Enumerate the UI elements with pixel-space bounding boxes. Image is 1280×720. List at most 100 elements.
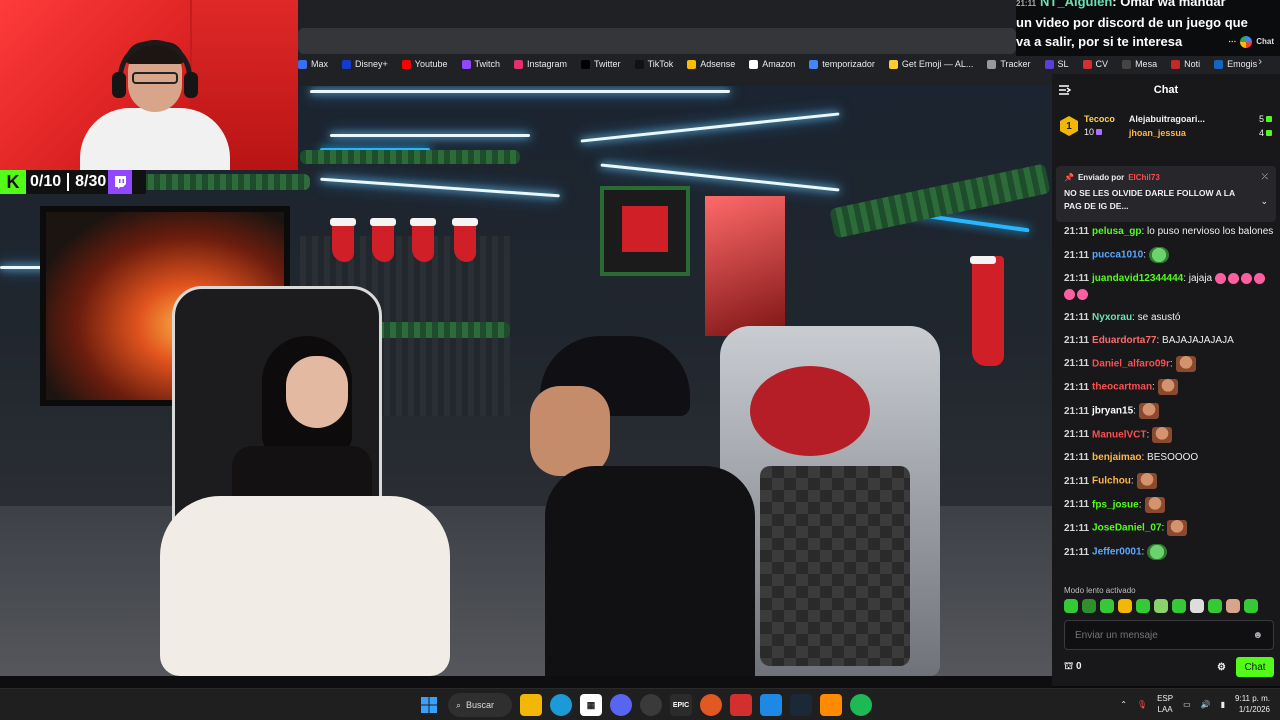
bookmark-item[interactable]: Instagram xyxy=(514,59,567,69)
bookmark-item[interactable]: TikTok xyxy=(634,59,673,69)
chat-input-box[interactable]: ☻ xyxy=(1064,620,1274,650)
message-username[interactable]: pelusa_gp xyxy=(1092,226,1141,237)
app-icon[interactable] xyxy=(760,694,782,716)
message-username[interactable]: benjaimao xyxy=(1092,452,1141,463)
message-colon: : xyxy=(1146,429,1150,441)
tiktok-icon xyxy=(634,59,644,69)
bookmark-item[interactable]: Get Emoji — AL... xyxy=(888,59,973,69)
message-username[interactable]: ManuelVCT xyxy=(1092,429,1146,440)
message-timestamp: 21:11 xyxy=(1064,429,1090,441)
message-username[interactable]: Eduardorta77 xyxy=(1092,335,1156,346)
emoji-icon xyxy=(888,59,898,69)
bookmark-item[interactable]: Disney+ xyxy=(342,59,388,69)
bookmark-item[interactable]: Amazon xyxy=(749,59,795,69)
bookmark-item[interactable]: SL xyxy=(1044,59,1069,69)
message-username[interactable]: jbryan15 xyxy=(1092,406,1133,417)
emote-icon[interactable] xyxy=(1208,599,1222,613)
send-chat-button[interactable]: Chat xyxy=(1236,657,1274,677)
message-text: lo puso nervioso los balones xyxy=(1144,226,1274,237)
message-timestamp: 21:11 xyxy=(1064,226,1090,237)
store-icon[interactable]: ▦ xyxy=(580,694,602,716)
chat-message: 21:11 Jeffer0001: xyxy=(1064,544,1274,561)
emote-icon[interactable] xyxy=(1226,599,1240,613)
spotify-icon[interactable] xyxy=(850,694,872,716)
message-colon: : xyxy=(1133,405,1136,417)
emote-icon[interactable] xyxy=(1082,599,1096,613)
emote-icon[interactable] xyxy=(1118,599,1132,613)
bookmarks-more-chevron-icon[interactable]: › xyxy=(1258,56,1262,68)
windows-start-icon[interactable] xyxy=(418,694,440,716)
bookmark-item[interactable]: Youtube xyxy=(401,59,448,69)
tray-chevron-icon[interactable]: ⌃ xyxy=(1120,700,1127,709)
message-username[interactable]: Fulchou xyxy=(1092,476,1131,487)
browser-tab-strip[interactable] xyxy=(298,0,1016,28)
points-icon[interactable]: ⛫ xyxy=(1064,661,1073,672)
bookmark-item[interactable]: Mesa xyxy=(1122,59,1157,69)
emote-icon[interactable] xyxy=(1064,599,1078,613)
edge-icon[interactable] xyxy=(550,694,572,716)
unpin-icon[interactable]: ⤫ xyxy=(1262,172,1268,182)
bookmark-item[interactable]: Twitch xyxy=(461,59,500,69)
sl-icon xyxy=(1044,59,1054,69)
message-username[interactable]: Jeffer0001 xyxy=(1092,547,1141,558)
leaderboard-third-name: jhoan_jessua xyxy=(1128,128,1186,138)
steam-icon[interactable] xyxy=(790,694,812,716)
discord-icon[interactable] xyxy=(610,694,632,716)
expand-chevron-icon[interactable]: ⌄ xyxy=(1260,196,1268,207)
bookmark-item[interactable]: Emogis xyxy=(1214,59,1257,69)
message-username[interactable]: JoseDaniel_07 xyxy=(1092,523,1162,534)
emote-icon[interactable] xyxy=(1244,599,1258,613)
chat-message: 21:11 theocartman: xyxy=(1064,379,1274,396)
epic-games-icon[interactable]: EPIC xyxy=(670,694,692,716)
pin-icon: 📌 xyxy=(1064,172,1074,182)
search-label: Buscar xyxy=(466,700,495,710)
clock[interactable]: 9:11 p. m. 1/1/2026 xyxy=(1235,693,1270,715)
message-username[interactable]: fps_josue xyxy=(1092,499,1139,510)
bookmark-item[interactable]: Twitter xyxy=(581,59,621,69)
chat-message-input[interactable] xyxy=(1075,629,1235,641)
language-indicator[interactable]: ESP LAA xyxy=(1157,693,1173,715)
volume-icon[interactable]: 🔊 xyxy=(1201,700,1211,709)
bookmark-item[interactable]: CV xyxy=(1082,59,1108,69)
quick-emote-bar[interactable] xyxy=(1064,599,1272,615)
bookmark-item[interactable]: Tracker xyxy=(987,59,1031,69)
overlay-message-line: un video por discord de un juego que xyxy=(1016,15,1248,30)
emote-icon[interactable] xyxy=(1172,599,1186,613)
microphone-icon[interactable]: 🎙 xyxy=(1137,700,1147,709)
battery-icon[interactable]: ▮ xyxy=(1221,700,1225,709)
address-bar[interactable] xyxy=(298,28,1016,54)
collapse-chat-icon[interactable] xyxy=(1058,83,1072,97)
more-dots-icon[interactable]: ⋯ xyxy=(1228,32,1236,51)
message-username[interactable]: Daniel_alfaro09r xyxy=(1092,358,1170,369)
stream-video[interactable] xyxy=(0,86,1052,676)
emote-icon[interactable] xyxy=(1100,599,1114,613)
message-username[interactable]: Nyxorau xyxy=(1092,312,1132,323)
emoji-picker-icon[interactable]: ☻ xyxy=(1252,630,1263,641)
chat-message: 21:11 jbryan15: xyxy=(1064,402,1274,420)
bookmark-item[interactable]: temporizador xyxy=(809,59,875,69)
app-icon[interactable] xyxy=(730,694,752,716)
bookmark-item[interactable]: Noti xyxy=(1171,59,1200,69)
message-username[interactable]: pucca1010 xyxy=(1092,250,1143,261)
taskbar-search[interactable]: ⌕ Buscar xyxy=(448,693,512,717)
emote-icon[interactable] xyxy=(1190,599,1204,613)
display-icon[interactable]: ▭ xyxy=(1183,700,1191,709)
bookmark-item[interactable]: Max xyxy=(298,59,328,69)
app-icon[interactable] xyxy=(700,694,722,716)
kick-logo-icon: K xyxy=(0,170,26,194)
message-text: BAJAJAJAJAJA xyxy=(1159,334,1234,346)
message-timestamp: 21:11 xyxy=(1064,452,1090,464)
bookmark-item[interactable]: Adsense xyxy=(687,59,735,69)
app-icon[interactable] xyxy=(820,694,842,716)
file-explorer-icon[interactable] xyxy=(520,694,542,716)
emote-icon[interactable] xyxy=(1136,599,1150,613)
settings-gear-icon[interactable]: ⚙ xyxy=(1217,662,1226,673)
chrome-icon[interactable] xyxy=(640,694,662,716)
emote-icon[interactable] xyxy=(1154,599,1168,613)
message-username[interactable]: juandavid12344444 xyxy=(1092,273,1183,284)
pinned-message[interactable]: 📌 Enviado por ElChil73 ⤫ NO SE LES OLVID… xyxy=(1056,166,1276,222)
channel-points: 0 xyxy=(1075,660,1082,672)
browser-chat-shortcut[interactable]: ⋯ Chat xyxy=(1228,32,1274,51)
message-username[interactable]: theocartman xyxy=(1092,382,1152,393)
clock-time: 9:11 p. m. xyxy=(1235,694,1270,703)
